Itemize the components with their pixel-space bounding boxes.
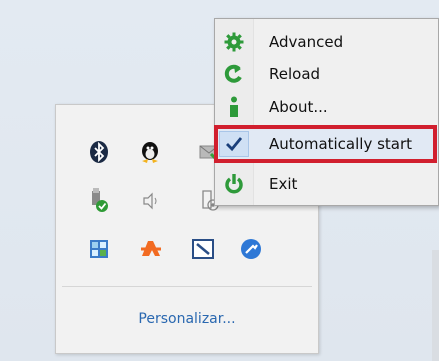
menu-item-about[interactable]: About... (215, 92, 438, 122)
panel-divider (62, 286, 312, 287)
tray-context-menu: Advanced Reload About... Automatically s… (214, 18, 439, 206)
checkmark-icon (219, 131, 249, 157)
menu-item-label: Advanced (269, 33, 344, 51)
taskbar-edge (432, 250, 439, 361)
menu-item-exit[interactable]: Exit (215, 169, 438, 199)
menu-item-label: About... (269, 98, 328, 116)
menu-item-label: Reload (269, 65, 321, 83)
bluetooth-icon[interactable] (80, 133, 118, 171)
avast-icon[interactable] (132, 230, 170, 268)
usb-safely-remove-icon[interactable] (80, 182, 118, 220)
map-icon[interactable] (80, 230, 118, 268)
gear-icon (215, 27, 253, 57)
info-icon (215, 92, 253, 122)
menu-item-advanced[interactable]: Advanced (215, 27, 438, 57)
menu-item-label: Automatically start (269, 135, 413, 153)
reload-icon (215, 59, 253, 89)
personalize-link[interactable]: Personalizar... (56, 311, 318, 327)
menu-item-reload[interactable]: Reload (215, 59, 438, 89)
power-icon (215, 169, 253, 199)
speaker-icon[interactable] (132, 182, 170, 220)
menu-item-automatically-start[interactable]: Automatically start (215, 129, 438, 159)
tool-icon[interactable] (232, 230, 270, 268)
window-app-icon[interactable] (184, 230, 222, 268)
tux-icon[interactable] (132, 133, 170, 171)
menu-item-label: Exit (269, 175, 298, 193)
